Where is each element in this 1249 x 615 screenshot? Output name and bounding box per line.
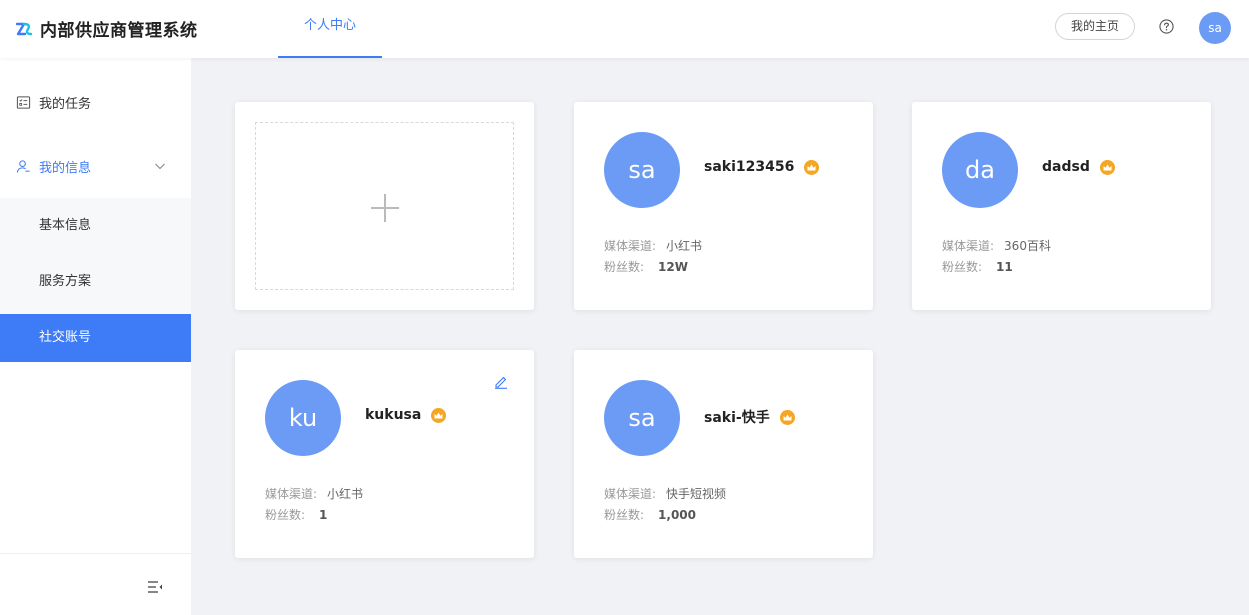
sidebar: 我的任务 我的信息 基本信息 服务方案 社交账号	[0, 58, 191, 615]
fans-count-value: 1	[319, 508, 328, 522]
account-name-row: saki-快手	[704, 407, 795, 427]
account-name: saki-快手	[704, 410, 770, 426]
account-name-row: dadsd	[1042, 159, 1115, 175]
add-account-card[interactable]	[235, 102, 534, 310]
top-header: 内部供应商管理系统 个人中心 我的主页 sa	[0, 0, 1249, 58]
sidebar-item-service-plan[interactable]: 服务方案	[0, 258, 191, 306]
media-channel-label: 媒体渠道:	[604, 487, 657, 501]
account-card[interactable]: da dadsd 媒体渠道: 360百科 粉丝数: 11	[912, 102, 1211, 310]
fans-count: 粉丝数: 1,000	[604, 506, 696, 523]
account-avatar: sa	[604, 132, 680, 208]
media-channel: 媒体渠道: 小红书	[604, 237, 702, 254]
sidebar-item-social-accounts[interactable]: 社交账号	[0, 314, 191, 362]
fans-count-label: 粉丝数:	[265, 508, 306, 522]
fans-count-value: 1,000	[658, 508, 697, 522]
account-avatar: ku	[265, 380, 341, 456]
media-channel-label: 媒体渠道:	[942, 239, 995, 253]
account-card[interactable]: sa saki-快手 媒体渠道: 快手短视频 粉丝数: 1,000	[574, 350, 873, 558]
media-channel-value: 快手短视频	[666, 487, 727, 501]
sidebar-footer	[0, 553, 191, 615]
account-name: dadsd	[1042, 159, 1090, 175]
account-name: saki123456	[704, 159, 795, 175]
account-name: kukusa	[365, 407, 422, 423]
media-channel: 媒体渠道: 快手短视频	[604, 485, 726, 502]
account-card[interactable]: sa saki123456 媒体渠道: 小红书 粉丝数: 12W	[574, 102, 873, 310]
help-icon[interactable]	[1159, 19, 1174, 34]
crown-badge-icon	[1099, 159, 1115, 175]
user-avatar[interactable]: sa	[1199, 12, 1231, 44]
sidebar-item-my-tasks[interactable]: 我的任务	[0, 86, 191, 118]
fans-count-label: 粉丝数:	[604, 260, 645, 274]
crown-badge-icon	[779, 409, 795, 425]
app-title: 内部供应商管理系统	[40, 21, 198, 41]
fans-count: 粉丝数: 12W	[604, 258, 688, 275]
sidebar-item-my-info[interactable]: 我的信息	[0, 150, 191, 182]
account-avatar: da	[942, 132, 1018, 208]
crown-badge-icon	[431, 407, 447, 423]
crown-badge-icon	[804, 159, 820, 175]
account-card[interactable]: ku kukusa 媒体渠道: 小红书 粉丝数: 1	[235, 350, 534, 558]
sidebar-item-label: 我的信息	[39, 160, 92, 176]
tab-personal-center[interactable]: 个人中心	[278, 0, 382, 58]
task-list-icon	[16, 95, 31, 109]
my-info-submenu: 基本信息 服务方案 社交账号	[0, 198, 191, 362]
fans-count-value: 12W	[658, 260, 688, 274]
media-channel-label: 媒体渠道:	[265, 487, 318, 501]
fans-count: 粉丝数: 11	[942, 258, 1013, 275]
edit-pencil-icon[interactable]	[494, 375, 508, 389]
app-logo[interactable]: 内部供应商管理系统	[14, 16, 198, 41]
my-homepage-button[interactable]: 我的主页	[1055, 13, 1135, 40]
account-avatar: sa	[604, 380, 680, 456]
plus-icon	[371, 194, 399, 222]
sidebar-item-basic-info[interactable]: 基本信息	[0, 202, 191, 250]
chevron-down-icon	[155, 163, 165, 170]
media-channel-value: 360百科	[1004, 239, 1051, 253]
media-channel-value: 小红书	[666, 239, 703, 253]
account-name-row: kukusa	[365, 407, 447, 423]
user-icon	[16, 159, 30, 173]
media-channel-value: 小红书	[327, 487, 364, 501]
fans-count-value: 11	[996, 260, 1013, 274]
media-channel-label: 媒体渠道:	[604, 239, 657, 253]
media-channel: 媒体渠道: 360百科	[942, 237, 1051, 254]
fans-count-label: 粉丝数:	[942, 260, 983, 274]
sidebar-item-label: 我的任务	[39, 96, 92, 112]
fans-count: 粉丝数: 1	[265, 506, 327, 523]
collapse-menu-icon[interactable]	[147, 580, 163, 594]
media-channel: 媒体渠道: 小红书	[265, 485, 363, 502]
account-name-row: saki123456	[704, 159, 820, 175]
logo-icon	[15, 22, 33, 35]
fans-count-label: 粉丝数:	[604, 508, 645, 522]
